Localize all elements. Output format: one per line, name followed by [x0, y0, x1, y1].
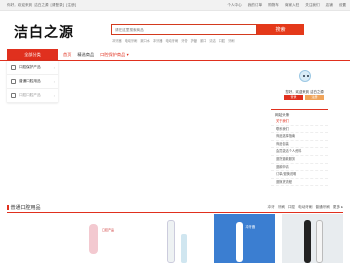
hotword[interactable]: 电动牙刷	[165, 38, 178, 43]
hotword[interactable]: 冲牙器	[112, 38, 122, 43]
product-card[interactable]: 冲牙器	[213, 214, 275, 263]
site-name-link[interactable]: 洁白之源	[34, 3, 48, 7]
register-link[interactable]: [注册]	[66, 3, 76, 7]
hotword[interactable]: 护龈	[191, 38, 197, 43]
search-input[interactable]	[111, 24, 257, 35]
category-label: 口腔口腔产品	[19, 93, 41, 97]
news-item[interactable]: 联系我们	[271, 126, 328, 134]
hotword[interactable]: 漱口	[200, 38, 206, 43]
login-link[interactable]: [请登录]	[51, 3, 65, 7]
hot-keywords: 冲牙器 电动牙刷 漱口水 冲牙器 电动牙刷 牙膏 护龈 漱口 清洁 口腔 牙刷	[112, 38, 234, 43]
hotword[interactable]: 冲牙器	[153, 38, 163, 43]
section-tabs: 冲牙 牙刷 口腔 电动牙刷 普通牙刷 更多 ▸	[268, 205, 343, 210]
section-underline	[7, 212, 343, 213]
news-item[interactable]: 退换货流程	[271, 179, 328, 187]
hotword[interactable]: 牙膏	[181, 38, 187, 43]
merchant-link[interactable]: 商家入驻	[285, 0, 299, 11]
chevron-right-icon: ›	[53, 65, 55, 70]
product-tag: 冲牙器	[245, 225, 256, 229]
login-button[interactable]: 登录	[284, 95, 303, 100]
top-bar: 你好，欢迎来到 洁白之源 [请登录] [注册] 个人中心 我的订单 购物车 商家入驻 …	[0, 0, 350, 11]
product-image	[181, 234, 188, 263]
top-links: 个人中心 我的订单 购物车 商家入驻 关注我们 店铺 设置	[227, 0, 346, 11]
section-tab[interactable]: 电动牙刷	[298, 205, 312, 210]
greeting-text: 您好，欢迎来到 洁白之源	[285, 90, 324, 94]
news-item[interactable]: 退款申请	[271, 164, 328, 172]
my-orders-link[interactable]: 我的订单	[248, 0, 262, 11]
hotword[interactable]: 口腔	[219, 38, 225, 43]
product-image	[167, 220, 176, 263]
section-marker	[7, 205, 9, 210]
news-title: 网站头条	[275, 113, 290, 117]
follow-link[interactable]: 关注我们	[305, 0, 319, 11]
news-item[interactable]: 商品包装	[271, 141, 328, 149]
store-link[interactable]: 店铺	[326, 0, 333, 11]
welcome-links: 你好，欢迎来到 洁白之源 [请登录] [注册]	[7, 0, 78, 11]
chevron-right-icon: ›	[53, 93, 55, 98]
news-item[interactable]: 订单/退换说明	[271, 171, 328, 179]
product-image	[235, 222, 243, 262]
login-buttons: 登录 注册	[284, 95, 324, 100]
category-item[interactable]: 口腔保护产品 ›	[7, 61, 58, 75]
product-image	[303, 220, 311, 263]
product-card[interactable]	[281, 214, 343, 263]
hotword[interactable]: 牙刷	[228, 38, 234, 43]
category-icon	[11, 65, 16, 70]
search-bar: 搜索	[111, 24, 304, 35]
product-card[interactable]	[145, 214, 207, 263]
news-item[interactable]: 会员激活个人资料	[271, 148, 328, 156]
product-image	[89, 224, 98, 254]
product-row: 口腔产品 冲牙器	[7, 214, 343, 263]
welcome-text: 你好，欢迎来到	[7, 3, 33, 7]
category-item[interactable]: 口腔口腔产品 ›	[7, 89, 58, 103]
search-button[interactable]: 搜索	[257, 24, 304, 35]
user-center-link[interactable]: 个人中心	[227, 0, 241, 11]
section-tab[interactable]: 冲牙	[268, 205, 275, 210]
section-tab[interactable]: 口腔	[288, 205, 295, 210]
news-item[interactable]: 关于我们	[271, 118, 328, 126]
category-icon	[11, 79, 16, 84]
avatar	[299, 70, 311, 82]
chevron-right-icon: ›	[53, 79, 55, 84]
category-label: 口腔保护产品	[19, 65, 41, 69]
product-tag: 口腔产品	[102, 228, 115, 232]
category-label: 普通口腔用品	[19, 79, 41, 83]
product-card[interactable]: 口腔产品	[77, 214, 139, 263]
site-logo[interactable]: 洁白之源	[14, 22, 74, 42]
cart-link[interactable]: 购物车	[268, 0, 279, 11]
news-panel: 网站头条 关于我们 联系我们 商品选择指南 商品包装 会员激活个人资料 退货退款…	[271, 109, 328, 196]
section-title-text: 普通口腔用品	[10, 205, 41, 211]
news-item[interactable]: 商品选择指南	[271, 133, 328, 141]
hotword[interactable]: 电动牙刷	[125, 38, 138, 43]
settings-link[interactable]: 设置	[339, 0, 346, 11]
category-item[interactable]: 普通口腔用品 ›	[7, 75, 58, 89]
news-item[interactable]: 退货退款服务	[271, 156, 328, 164]
category-icon	[11, 93, 16, 98]
register-button[interactable]: 注册	[305, 95, 324, 100]
category-list: 口腔保护产品 › 普通口腔用品 › 口腔口腔产品 ›	[7, 61, 58, 103]
section-tab-more[interactable]: 更多 ▸	[333, 205, 343, 210]
section-title: 普通口腔用品	[7, 204, 41, 211]
hotword[interactable]: 漱口水	[140, 38, 150, 43]
section-tab[interactable]: 普通牙刷	[315, 205, 329, 210]
hotword[interactable]: 清洁	[209, 38, 215, 43]
product-image	[315, 220, 323, 263]
section-tab[interactable]: 牙刷	[278, 205, 285, 210]
